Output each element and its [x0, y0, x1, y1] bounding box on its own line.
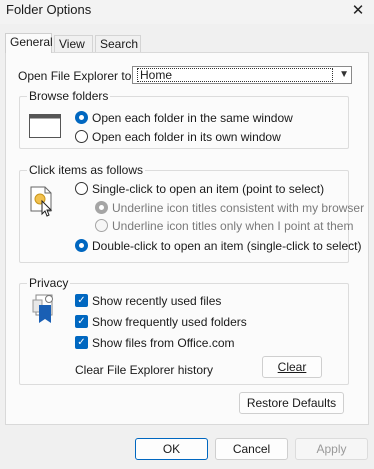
chevron-down-icon: ▼: [339, 69, 349, 80]
open-explorer-label: Open File Explorer to:: [18, 69, 135, 83]
single-click-radio[interactable]: [75, 182, 88, 195]
close-icon[interactable]: ✕: [344, 0, 372, 20]
underline-point-label: Underline icon titles only when I point …: [112, 219, 354, 233]
apply-label: Apply: [316, 442, 347, 456]
single-click-label[interactable]: Single-click to open an item (point to s…: [92, 182, 324, 196]
frequent-folders-checkbox[interactable]: ✓: [75, 315, 88, 328]
office-files-checkbox[interactable]: ✓: [75, 336, 88, 349]
same-window-radio[interactable]: [75, 111, 88, 124]
cancel-label: Cancel: [232, 442, 271, 456]
dialog-footer: OK Cancel Apply: [0, 430, 374, 469]
window-title: Folder Options: [6, 2, 92, 17]
restore-defaults-label: Restore Defaults: [246, 396, 337, 410]
same-window-label[interactable]: Open each folder in the same window: [92, 111, 293, 125]
click-items-title: Click items as follows: [27, 163, 146, 177]
apply-button: Apply: [295, 438, 368, 460]
title-bar: Folder Options ✕: [0, 0, 374, 24]
underline-point-radio: [95, 219, 108, 232]
open-explorer-value: Home: [137, 68, 333, 82]
window-illustration-icon: [29, 114, 61, 138]
clear-history-label: Clear File Explorer history: [75, 363, 214, 377]
recent-files-checkbox[interactable]: ✓: [75, 294, 88, 307]
ok-label: OK: [162, 442, 181, 456]
tab-general[interactable]: General: [5, 33, 53, 53]
general-tab-panel: Open File Explorer to: Home ▼ Browse fol…: [5, 52, 369, 425]
click-items-group: Click items as follows Single-click to o…: [19, 163, 364, 263]
recent-files-label[interactable]: Show recently used files: [92, 294, 221, 308]
click-pointer-icon: [30, 186, 53, 217]
open-explorer-dropdown[interactable]: Home ▼: [132, 66, 352, 84]
browse-folders-title: Browse folders: [27, 89, 111, 103]
underline-browser-radio: [95, 201, 108, 214]
privacy-group: Privacy ✓ Show recently used files ✓ Sho…: [19, 276, 349, 385]
browse-folders-group: Browse folders Open each folder in the s…: [19, 89, 349, 149]
privacy-shield-icon: [32, 294, 53, 323]
tab-search[interactable]: Search: [95, 35, 141, 53]
clear-button-label: Clear: [277, 360, 307, 374]
clear-history-button[interactable]: Clear: [262, 356, 322, 378]
tab-view[interactable]: View: [54, 35, 93, 53]
office-files-label[interactable]: Show files from Office.com: [92, 336, 235, 350]
restore-defaults-button[interactable]: Restore Defaults: [239, 392, 344, 414]
double-click-radio[interactable]: [75, 239, 88, 252]
double-click-label[interactable]: Double-click to open an item (single-cli…: [92, 239, 361, 253]
own-window-radio[interactable]: [75, 130, 88, 143]
own-window-label[interactable]: Open each folder in its own window: [92, 130, 281, 144]
underline-browser-label: Underline icon titles consistent with my…: [112, 201, 365, 215]
frequent-folders-label[interactable]: Show frequently used folders: [92, 315, 247, 329]
cancel-button[interactable]: Cancel: [215, 438, 288, 460]
ok-button[interactable]: OK: [135, 438, 208, 460]
privacy-title: Privacy: [27, 276, 71, 290]
